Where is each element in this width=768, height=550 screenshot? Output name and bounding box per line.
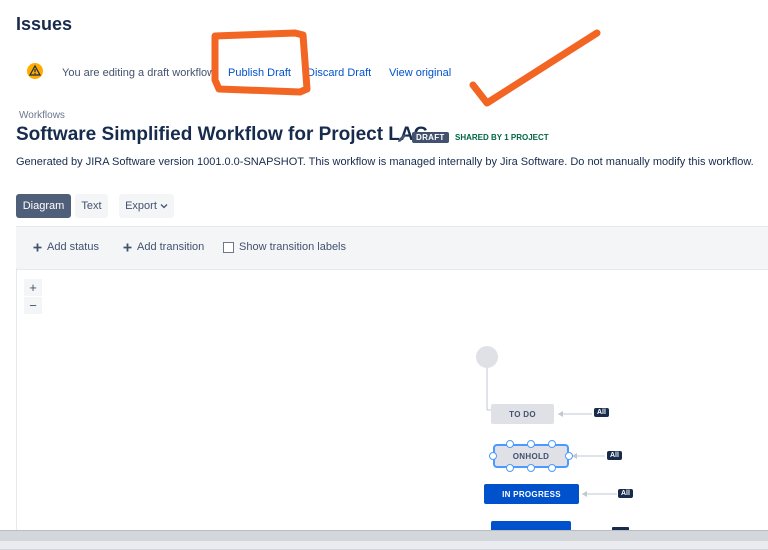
workflow-title: Software Simplified Workflow for Project… (16, 124, 429, 145)
plus-icon (33, 243, 42, 251)
workflow-connectors (476, 346, 617, 497)
chevron-down-icon (160, 204, 168, 209)
workflow-description: Generated by JIRA Software version 1001.… (16, 156, 754, 168)
draft-message: You are editing a draft workflow. (62, 67, 218, 79)
text-view-button[interactable]: Text (75, 194, 108, 218)
diagram-canvas[interactable] (16, 268, 768, 530)
window-bottom-strip (0, 541, 768, 549)
export-label: Export (125, 200, 157, 212)
global-transition-badge-onhold[interactable]: All (607, 451, 622, 460)
page-title: Issues (16, 14, 73, 34)
shared-by-projects[interactable]: SHARED BY 1 PROJECT (455, 133, 549, 142)
status-node-todo[interactable]: TO DO (491, 404, 554, 424)
add-status-label: Add status (47, 241, 99, 253)
diagram-view-button[interactable]: Diagram (16, 194, 71, 218)
global-transition-badge-in-progress[interactable]: All (618, 489, 633, 498)
breadcrumb[interactable]: Workflows (19, 110, 65, 121)
plus-icon (123, 243, 132, 251)
draft-lozenge: DRAFT (412, 132, 449, 143)
global-transition-badge-todo[interactable]: All (594, 408, 609, 417)
annotation-marks (211, 29, 601, 107)
selection-handles (489, 440, 573, 472)
edit-pencil-icon[interactable] (396, 132, 408, 144)
show-labels-label: Show transition labels (239, 241, 347, 253)
checkbox[interactable] (223, 241, 234, 253)
initial-state-node (476, 346, 498, 368)
export-button[interactable]: Export (119, 194, 174, 218)
zoom-in-button[interactable]: + (24, 279, 42, 296)
status-node-in-progress[interactable]: IN PROGRESS (484, 484, 579, 504)
add-status-button[interactable]: Add status (33, 241, 99, 253)
warning-icon (27, 63, 43, 79)
show-transition-labels-toggle[interactable]: Show transition labels (223, 241, 346, 253)
add-transition-button[interactable]: Add transition (123, 241, 204, 253)
add-transition-label: Add transition (137, 241, 205, 253)
zoom-out-button[interactable]: − (24, 297, 42, 314)
